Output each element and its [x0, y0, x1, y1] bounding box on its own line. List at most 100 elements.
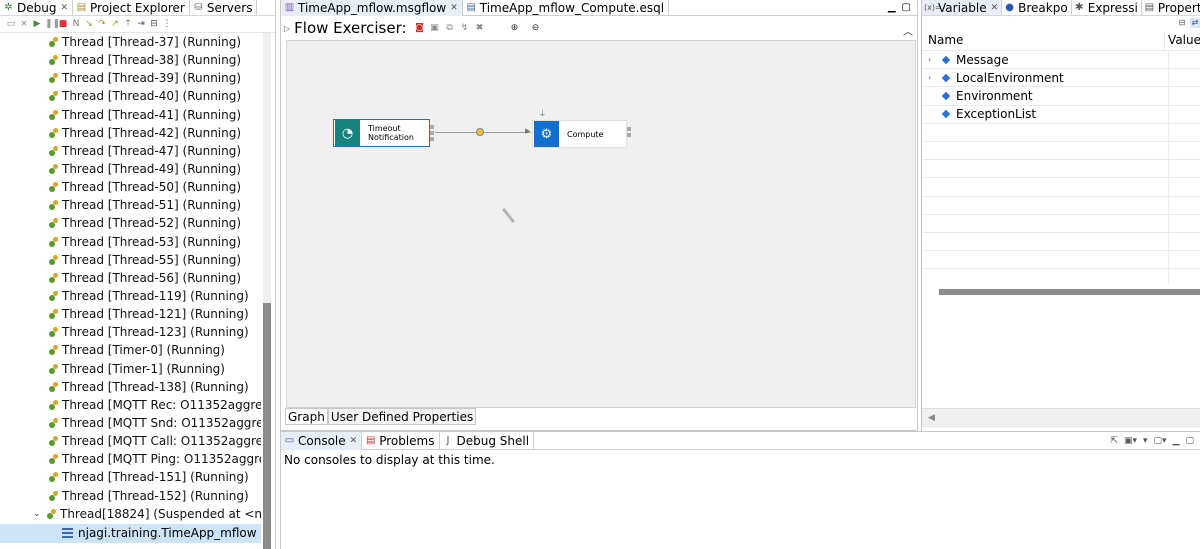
- thread-row[interactable]: Thread [Thread-49] (Running): [0, 160, 261, 178]
- tab-msgflow[interactable]: ▥ TimeApp_mflow.msgflow ✕: [281, 0, 463, 16]
- stack-frame-row[interactable]: njagi.training.TimeApp_mflow at co: [0, 523, 261, 543]
- drop-frame-icon[interactable]: ⇡: [123, 19, 133, 29]
- zoom-in-icon[interactable]: ⊕: [510, 23, 520, 33]
- thread-row[interactable]: Thread [Thread-119] (Running): [0, 287, 261, 305]
- chevron-down-icon[interactable]: ⌄: [33, 509, 46, 519]
- show-type-names-icon[interactable]: ⇄: [1190, 18, 1200, 28]
- thread-row[interactable]: Thread [Thread-53] (Running): [0, 233, 261, 251]
- step-over-icon[interactable]: ↷: [97, 19, 107, 29]
- tab-breakpoints[interactable]: ● Breakpo: [1002, 0, 1072, 15]
- thread-row[interactable]: Thread [Timer-0] (Running): [0, 341, 261, 359]
- thread-row[interactable]: Thread [Thread-52] (Running): [0, 214, 261, 232]
- flow-canvas[interactable]: ◔ Timeout Notification ▶ ⚙ Compute ⍊: [286, 40, 916, 408]
- close-icon[interactable]: ✕: [60, 3, 68, 13]
- tab-properties[interactable]: ▤ Properti: [1142, 0, 1200, 15]
- tab-console[interactable]: ▭ Console ✕: [281, 431, 363, 450]
- view-menu-icon[interactable]: ▾: [1143, 436, 1148, 446]
- suspended-thread-row[interactable]: ⌄ Thread[18824] (Suspended at <njagi.tr: [0, 505, 261, 523]
- step-return-icon[interactable]: ↗: [110, 19, 120, 29]
- tab-variables[interactable]: (x)= Variable ✕: [922, 0, 1003, 15]
- remove-launch-icon[interactable]: ▭: [6, 19, 16, 29]
- tab-servers[interactable]: ⛁ Servers: [190, 0, 258, 15]
- record-icon[interactable]: ◙: [415, 23, 425, 33]
- minimize-icon[interactable]: ▁: [1173, 436, 1180, 446]
- thread-row[interactable]: Thread [Thread-138] (Running): [0, 378, 261, 396]
- output-terminal[interactable]: [430, 137, 434, 141]
- chevron-up-icon[interactable]: ︿: [903, 23, 913, 38]
- variable-row[interactable]: ExceptionList: [922, 105, 1200, 124]
- thread-row[interactable]: Thread [Thread-47] (Running): [0, 142, 261, 160]
- thread-row[interactable]: Thread [Thread-37] (Running): [0, 33, 261, 51]
- disconnect-icon[interactable]: N: [71, 19, 81, 29]
- close-icon[interactable]: ✕: [991, 3, 999, 13]
- close-icon[interactable]: ✕: [350, 436, 358, 446]
- debug-scrollbar[interactable]: [263, 33, 271, 549]
- variables-hscrollbar[interactable]: [939, 289, 1200, 295]
- thread-row[interactable]: Thread [Thread-123] (Running): [0, 323, 261, 341]
- thread-row[interactable]: Thread [MQTT Call: O11352aggregatio: [0, 432, 261, 450]
- step-filter-icon[interactable]: ⇥: [136, 19, 146, 29]
- scroll-left-icon[interactable]: ◀: [928, 413, 935, 423]
- resume-icon[interactable]: ▶: [32, 19, 42, 29]
- output-terminal[interactable]: [430, 125, 434, 129]
- collapse-all-icon[interactable]: ⊟: [1177, 18, 1187, 28]
- thread-row[interactable]: Thread [Timer-1] (Running): [0, 360, 261, 378]
- menu-icon[interactable]: ⋮: [162, 19, 172, 29]
- thread-row[interactable]: Thread [MQTT Snd: O11352aggregatic: [0, 414, 261, 432]
- pin-console-icon[interactable]: ⇱: [1110, 436, 1118, 446]
- chevron-right-icon[interactable]: ›: [922, 55, 939, 64]
- thread-row[interactable]: Thread [Thread-121] (Running): [0, 305, 261, 323]
- close-icon[interactable]: ✕: [450, 3, 458, 13]
- thread-row[interactable]: Thread [Thread-55] (Running): [0, 251, 261, 269]
- step-into-icon[interactable]: ↘: [84, 19, 94, 29]
- suspend-icon[interactable]: ❚❚: [45, 19, 60, 29]
- thread-row[interactable]: Thread [MQTT Rec: O11352aggregatio: [0, 396, 261, 414]
- timeout-notification-node[interactable]: ◔ Timeout Notification: [333, 119, 430, 147]
- palette-toggle-icon[interactable]: ▷: [284, 24, 290, 33]
- chevron-right-icon[interactable]: ›: [922, 73, 939, 82]
- tab-problems[interactable]: ▤ Problems: [362, 431, 440, 450]
- thread-row[interactable]: Thread [Thread-40] (Running): [0, 87, 261, 105]
- copy-icon[interactable]: ⧉: [445, 23, 455, 33]
- remove-all-icon[interactable]: ⨯: [19, 19, 29, 29]
- new-console-icon[interactable]: ▢▾: [1154, 436, 1167, 446]
- thread-row[interactable]: Thread [Thread-39] (Running): [0, 69, 261, 87]
- thread-row[interactable]: Thread [Thread-41] (Running): [0, 106, 261, 124]
- terminate-icon[interactable]: ■: [58, 19, 68, 29]
- variable-row[interactable]: Environment: [922, 87, 1200, 106]
- variable-row[interactable]: › LocalEnvironment: [922, 69, 1200, 88]
- variable-row[interactable]: › Message: [922, 51, 1200, 70]
- stop-icon[interactable]: ✖: [475, 23, 485, 33]
- thread-row[interactable]: Thread [Thread-56] (Running): [0, 269, 261, 287]
- column-header-value[interactable]: Value: [1165, 33, 1200, 50]
- maximize-icon[interactable]: ▢: [1185, 436, 1194, 446]
- tab-user-defined-properties[interactable]: User Defined Properties: [327, 408, 477, 425]
- thread-row[interactable]: Thread [Thread-42] (Running): [0, 124, 261, 142]
- send-message-icon[interactable]: ▣: [430, 23, 440, 33]
- tab-graph[interactable]: Graph: [285, 408, 328, 425]
- thread-row[interactable]: Thread [Thread-151] (Running): [0, 468, 261, 486]
- output-terminal[interactable]: [627, 127, 631, 131]
- tab-project-explorer[interactable]: ▤ Project Explorer: [73, 0, 190, 15]
- collapse-icon[interactable]: ⊟: [149, 19, 159, 29]
- scrollbar-thumb[interactable]: [263, 303, 271, 549]
- thread-row[interactable]: Thread [MQTT Ping: O11352aggregati‹: [0, 450, 261, 468]
- output-terminal[interactable]: [430, 131, 434, 135]
- output-terminal[interactable]: [627, 133, 631, 137]
- minimize-icon[interactable]: ▁: [888, 2, 896, 13]
- breakpoint-marker[interactable]: [476, 128, 484, 136]
- thread-row[interactable]: Thread [Thread-51] (Running): [0, 196, 261, 214]
- detail-pane-divider[interactable]: ◀: [922, 408, 1200, 428]
- view-path-icon[interactable]: ↯: [460, 23, 470, 33]
- display-console-icon[interactable]: ▣▾: [1124, 436, 1137, 446]
- tab-expressions[interactable]: ✱ Expressi: [1072, 0, 1142, 15]
- thread-row[interactable]: Thread [Thread-152] (Running): [0, 487, 261, 505]
- tab-esql[interactable]: ▤ TimeApp_mflow_Compute.esql: [463, 0, 670, 16]
- thread-row[interactable]: Thread [Thread-38] (Running): [0, 51, 261, 69]
- maximize-icon[interactable]: ▢: [902, 2, 911, 13]
- tab-debug[interactable]: ✲ Debug ✕: [0, 0, 74, 15]
- column-header-name[interactable]: Name: [922, 33, 1166, 50]
- tab-debug-shell[interactable]: J Debug Shell: [440, 431, 535, 450]
- thread-row[interactable]: Thread [Thread-50] (Running): [0, 178, 261, 196]
- compute-node[interactable]: ⚙ Compute: [532, 120, 627, 148]
